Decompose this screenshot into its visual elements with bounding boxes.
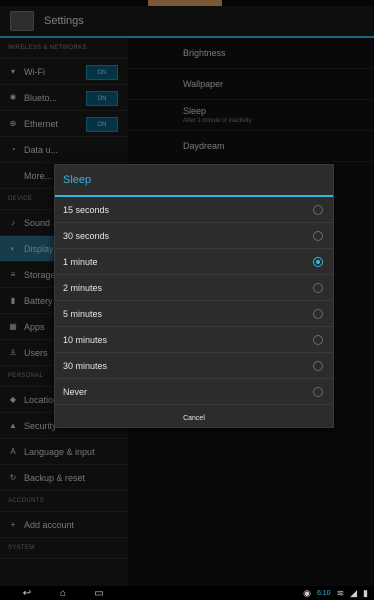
status-time: 6:10 xyxy=(316,589,331,597)
sleep-option-row[interactable]: 1 minute xyxy=(55,249,333,275)
radio-icon[interactable] xyxy=(313,334,323,345)
sleep-option-label: 10 minutes xyxy=(63,334,108,345)
radio-icon[interactable] xyxy=(313,256,323,267)
battery-icon: ▮ xyxy=(363,587,368,598)
back-icon[interactable]: ↩ xyxy=(18,588,36,599)
dialog-title: Sleep xyxy=(63,174,92,186)
sleep-dialog: Sleep 15 seconds 30 seconds 1 minute 2 minu… xyxy=(54,164,334,428)
sleep-option-label: 30 seconds xyxy=(63,230,110,241)
sleep-option-label: 15 seconds xyxy=(63,204,110,215)
sleep-option-row[interactable]: 2 minutes xyxy=(55,275,333,301)
sleep-option-label: 1 minute xyxy=(63,256,98,267)
radio-icon[interactable] xyxy=(313,282,323,293)
radio-icon[interactable] xyxy=(313,308,323,319)
sleep-option-label: 30 minutes xyxy=(63,360,108,371)
home-icon[interactable]: ⌂ xyxy=(54,588,72,599)
sleep-option-row[interactable]: 10 minutes xyxy=(55,327,333,353)
radio-icon[interactable] xyxy=(313,386,323,397)
sleep-option-row[interactable]: 15 seconds xyxy=(55,197,333,223)
recent-apps-icon[interactable]: ▭ xyxy=(90,588,108,599)
navigation-bar: ↩ ⌂ ▭ ◉ 6:10 ≋ ◢ ▮ xyxy=(0,586,374,600)
sleep-option-label: Never xyxy=(63,386,88,397)
wifi-signal-icon: ≋ xyxy=(336,587,345,598)
sleep-option-label: 2 minutes xyxy=(63,282,103,293)
cell-signal-icon: ◢ xyxy=(350,587,358,598)
sleep-option-row[interactable]: 30 seconds xyxy=(55,223,333,249)
sleep-option-row[interactable]: 30 minutes xyxy=(55,353,333,379)
radio-icon[interactable] xyxy=(313,204,323,215)
radio-icon[interactable] xyxy=(313,360,323,371)
sleep-option-label: 5 minutes xyxy=(63,308,103,319)
radio-icon[interactable] xyxy=(313,230,323,241)
sleep-option-row[interactable]: 5 minutes xyxy=(55,301,333,327)
cancel-button[interactable]: Cancel xyxy=(55,405,333,431)
status-area: ◉ 6:10 ≋ ◢ ▮ xyxy=(303,586,368,600)
sleep-option-row[interactable]: Never xyxy=(55,379,333,405)
android-icon: ◉ xyxy=(303,587,311,598)
